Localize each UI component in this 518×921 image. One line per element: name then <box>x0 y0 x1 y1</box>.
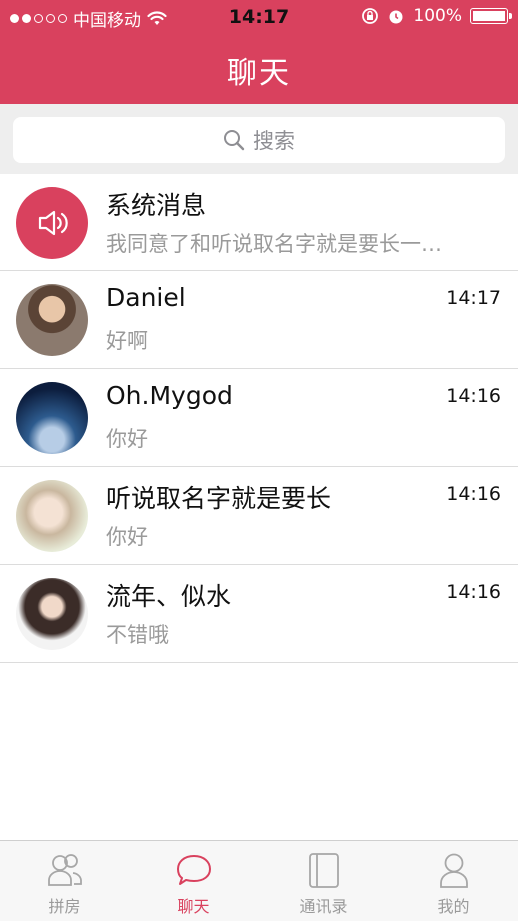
speaker-icon <box>38 210 68 236</box>
chat-preview: 你好 <box>106 525 148 549</box>
chat-row-system[interactable]: 系统消息 我同意了和听说取名字就是要长一… <box>0 174 518 271</box>
tab-contacts[interactable]: 通讯录 <box>259 841 388 921</box>
tab-chat[interactable]: 聊天 <box>129 841 258 921</box>
chat-preview: 好啊 <box>106 329 148 353</box>
chat-time: 14:16 <box>446 385 501 407</box>
chat-row[interactable]: 听说取名字就是要长 你好 14:16 <box>0 467 518 565</box>
battery-icon <box>470 8 512 24</box>
chat-preview: 不错哦 <box>106 623 169 647</box>
chat-name: Oh.Mygod <box>106 381 233 410</box>
tab-profile[interactable]: 我的 <box>389 841 518 921</box>
status-bar: 中国移动 14:17 100% <box>0 0 518 34</box>
page-title: 聊天 <box>227 56 291 91</box>
tab-label: 拼房 <box>48 897 81 916</box>
avatar <box>16 284 88 356</box>
chat-row[interactable]: 流年、似水 不错哦 14:16 <box>0 565 518 663</box>
avatar <box>16 480 88 552</box>
alarm-icon <box>389 10 403 24</box>
tab-bar: 拼房 聊天 通讯录 我的 <box>0 840 518 921</box>
status-right: 100% <box>361 6 512 26</box>
chat-preview: 我同意了和听说取名字就是要长一… <box>106 232 442 256</box>
search-bar: 搜索 <box>0 104 518 174</box>
battery-percent: 100% <box>413 6 462 26</box>
chat-name: 系统消息 <box>106 191 207 220</box>
chat-time: 14:16 <box>446 581 501 603</box>
chat-row[interactable]: Daniel 好啊 14:17 <box>0 271 518 369</box>
chat-name: 听说取名字就是要长 <box>106 484 332 513</box>
chat-preview: 你好 <box>106 427 148 451</box>
search-icon <box>224 130 245 151</box>
search-input[interactable]: 搜索 <box>13 117 505 163</box>
users-icon <box>48 854 82 886</box>
avatar <box>16 187 88 259</box>
app-header: 中国移动 14:17 100% 聊天 <box>0 0 518 104</box>
chat-time: 14:17 <box>446 287 501 309</box>
chat-name: Daniel <box>106 283 186 312</box>
search-placeholder: 搜索 <box>253 129 295 153</box>
avatar <box>16 578 88 650</box>
profile-icon <box>440 853 468 888</box>
tab-label: 通讯录 <box>299 897 348 916</box>
chat-row[interactable]: Oh.Mygod 你好 14:16 <box>0 369 518 467</box>
chat-name: 流年、似水 <box>106 582 232 611</box>
contacts-book-icon <box>309 853 339 888</box>
tab-label: 我的 <box>437 897 470 916</box>
chat-list: 系统消息 我同意了和听说取名字就是要长一… Daniel 好啊 14:17 Oh… <box>0 174 518 663</box>
tab-label: 聊天 <box>177 897 210 916</box>
chat-bubble-icon <box>177 855 211 885</box>
tab-rooms[interactable]: 拼房 <box>0 841 129 921</box>
avatar <box>16 382 88 454</box>
orientation-lock-icon <box>362 8 379 24</box>
chat-time: 14:16 <box>446 483 501 505</box>
